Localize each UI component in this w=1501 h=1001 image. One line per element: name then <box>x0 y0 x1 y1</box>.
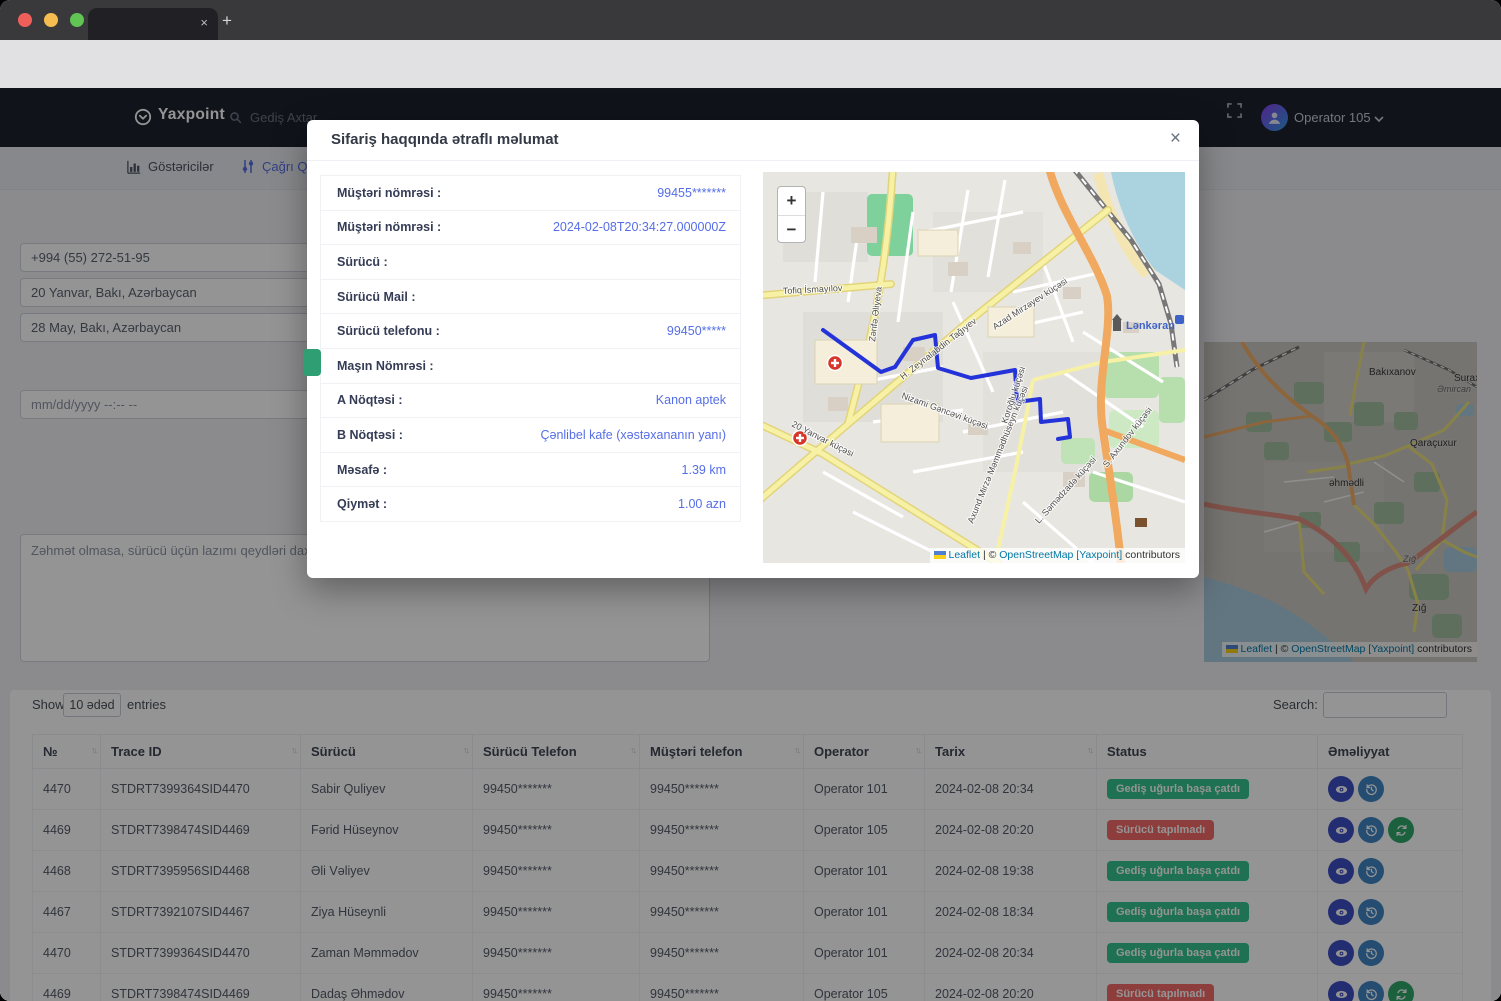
detail-label: Qiymət : <box>337 497 387 511</box>
detail-row: Sürücü : <box>321 245 740 280</box>
detail-value: Kanon aptek <box>656 393 726 407</box>
detail-row: Sürücü Mail : <box>321 280 740 315</box>
close-icon[interactable]: × <box>1170 128 1181 150</box>
browser-titlebar: × + <box>0 0 1501 40</box>
detail-row: Müştəri nömrəsi : 99455******* <box>321 176 740 211</box>
route-map-canvas: Tofiq İsmayılovZərifə ƏliyevaH. Zeynalab… <box>763 172 1185 563</box>
detail-value: 1.39 km <box>682 463 726 477</box>
detail-row: Müştəri nömrəsi : 2024-02-08T20:34:27.000… <box>321 211 740 246</box>
detail-label: A Nöqtəsi : <box>337 393 403 407</box>
detail-row: B Nöqtəsi : Çənlibel kafe (xəstəxananın y… <box>321 418 740 453</box>
minimize-window-button[interactable] <box>44 13 58 27</box>
app-page: Yaxpoint Gediş Axtar Operator 105 Göstər… <box>0 88 1501 1001</box>
hospital-marker <box>828 356 843 371</box>
modal-header: Sifariş haqqında ətraflı məlumat × <box>307 120 1199 161</box>
detail-value: Çənlibel kafe (xəstəxananın yanı) <box>540 428 726 442</box>
modal-title: Sifariş haqqında ətraflı məlumat <box>331 131 559 148</box>
zoom-out-button[interactable]: − <box>778 215 805 243</box>
poi-icon <box>1135 518 1147 527</box>
detail-row: A Nöqtəsi : Kanon aptek <box>321 384 740 419</box>
attribution-text: contributors <box>1122 549 1180 561</box>
detail-value: 1.00 azn <box>678 497 726 511</box>
detail-row: Qiymət : 1.00 azn <box>321 487 740 521</box>
detail-row: Sürücü telefonu : 99450***** <box>321 314 740 349</box>
detail-row: Məsafə : 1.39 km <box>321 453 740 488</box>
zoom-in-button[interactable]: + <box>778 187 805 215</box>
modal-fields: Müştəri nömrəsi :99455*******Müştəri nöm… <box>320 175 741 522</box>
detail-label: Müştəri nömrəsi : <box>337 186 441 200</box>
browser-tab[interactable]: × <box>88 8 218 40</box>
browser-window: × + Yaxpoint Gediş Axtar Operator 105 <box>0 0 1501 1001</box>
detail-label: Sürücü Mail : <box>337 290 415 304</box>
detail-value: 99455******* <box>657 186 726 200</box>
detail-row: Maşın Nömrəsi : <box>321 349 740 384</box>
detail-label: Məsafə : <box>337 463 387 477</box>
leaflet-link[interactable]: Leaflet <box>949 549 981 561</box>
detail-label: Müştəri nömrəsi : <box>337 220 441 234</box>
detail-label: Sürücü : <box>337 255 388 269</box>
order-details-modal: Sifariş haqqında ətraflı məlumat × Müştə… <box>307 120 1199 578</box>
route-map[interactable]: Tofiq İsmayılovZərifə ƏliyevaH. Zeynalab… <box>763 172 1185 563</box>
browser-toolbar <box>0 40 1501 88</box>
ukraine-flag-icon <box>934 551 946 559</box>
map-attribution: Leaflet | © OpenStreetMap [Yaxpoint] con… <box>930 548 1186 563</box>
new-tab-button[interactable]: + <box>222 12 232 29</box>
map-zoom-control: + − <box>777 186 806 243</box>
detail-label: Sürücü telefonu : <box>337 324 440 338</box>
green-action-button[interactable] <box>303 349 321 376</box>
detail-label: B Nöqtəsi : <box>337 428 403 442</box>
place-label: Lənkəran <box>1126 320 1175 332</box>
detail-value: 2024-02-08T20:34:27.000000Z <box>553 220 726 234</box>
close-window-button[interactable] <box>18 13 32 27</box>
detail-value: 99450***** <box>667 324 726 338</box>
detail-label: Maşın Nömrəsi : <box>337 359 434 373</box>
tab-close-icon[interactable]: × <box>200 15 208 30</box>
osm-link[interactable]: OpenStreetMap [Yaxpoint] <box>999 549 1122 561</box>
attribution-text: | © <box>980 549 999 561</box>
maximize-window-button[interactable] <box>70 13 84 27</box>
